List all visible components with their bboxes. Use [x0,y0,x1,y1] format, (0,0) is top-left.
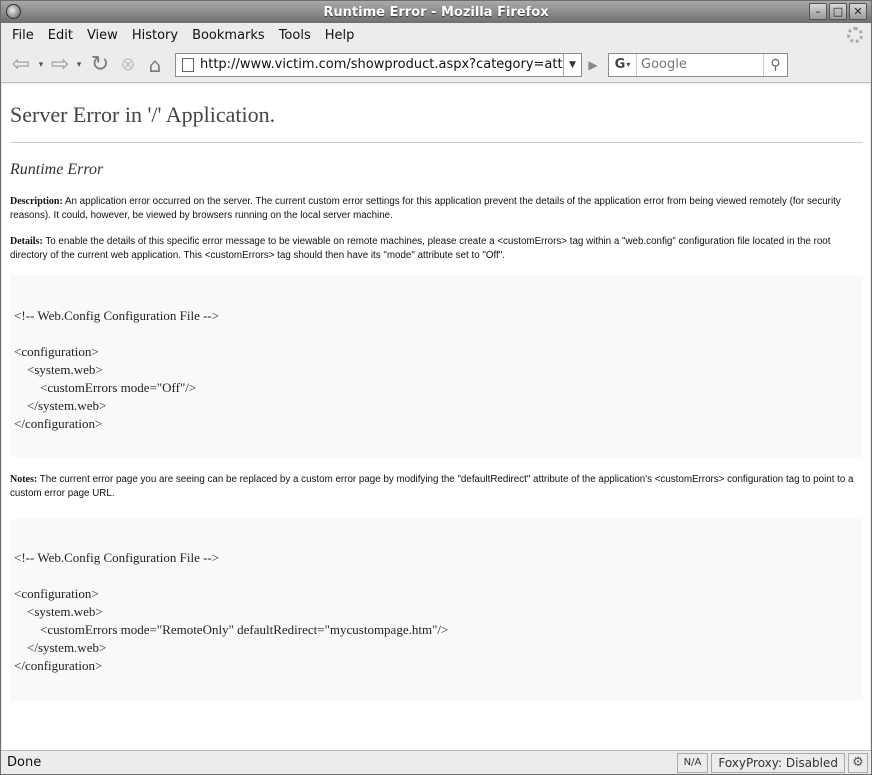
code-comment: <!-- Web.Config Configuration File --> [14,308,220,323]
title-divider [10,142,863,143]
search-icon[interactable]: ⚲ [763,53,787,76]
menu-view[interactable]: View [80,28,125,43]
back-arrow-icon[interactable]: ⇦ [7,52,35,78]
page-content: Server Error in '/' Application. Runtime… [2,84,870,750]
code-line: <configuration> [14,586,99,601]
menu-edit[interactable]: Edit [41,28,80,43]
error-subtitle: Runtime Error [10,161,104,178]
search-engine-selector[interactable]: G ▾ [609,53,637,76]
code-line: <customErrors mode="RemoteOnly" defaultR… [14,622,449,637]
code-line: <system.web> [14,362,103,377]
config-code-block-2: <!-- Web.Config Configuration File --> <… [10,519,863,701]
search-bar[interactable]: G▾ ⚲ [608,52,788,77]
url-input[interactable]: http://www.victim.com/showproduct.aspx?c… [200,57,563,72]
home-icon[interactable]: ⌂ [141,53,169,77]
menu-history[interactable]: History [125,28,185,43]
browser-window: Runtime Error - Mozilla Firefox – □ ✕ Fi… [0,0,872,775]
firefox-icon[interactable] [6,4,21,19]
url-bar[interactable]: http://www.victim.com/showproduct.aspx?c… [175,52,582,77]
status-na: N/A [676,752,709,773]
throbber-icon [847,27,863,43]
forward-arrow-icon[interactable]: ⇨ [47,52,73,77]
menu-bar: File Edit View History Bookmarks Tools H… [1,23,871,47]
page-icon [182,57,194,72]
menu-bookmarks[interactable]: Bookmarks [185,28,272,43]
reload-icon[interactable]: ↻ [85,52,115,77]
back-history-dropdown-icon[interactable]: ▾ [35,60,47,70]
close-icon[interactable]: ✕ [849,3,867,20]
code-line: <system.web> [14,604,103,619]
forward-history-dropdown-icon[interactable]: ▾ [73,60,85,70]
code-line: </configuration> [14,416,103,431]
navigation-toolbar: ⇦ ▾ ⇨ ▾ ↻ ⊗ ⌂ http://www.victim.com/show… [1,47,871,83]
details-label: Details: [10,236,43,247]
foxyproxy-icon[interactable]: ⚙ [848,752,868,773]
code-line: <customErrors mode="Off"/> [14,380,197,395]
page-title: Server Error in '/' Application. [10,102,276,127]
notes-text: The current error page you are seeing ca… [10,474,854,499]
config-code-block-1: <!-- Web.Config Configuration File --> <… [10,275,863,457]
engine-dropdown-icon: ▾ [626,60,631,69]
code-comment: <!-- Web.Config Configuration File --> [14,550,220,565]
google-icon: G [614,57,626,72]
code-line: <configuration> [14,344,99,359]
code-line: </system.web> [14,398,107,413]
details-paragraph: Details: To enable the details of this s… [10,235,860,263]
menu-help[interactable]: Help [318,28,362,43]
description-text: An application error occurred on the ser… [10,196,841,221]
search-input[interactable] [637,57,763,72]
notes-label: Notes: [10,474,38,485]
maximize-icon[interactable]: □ [829,3,847,20]
status-bar: Done N/A FoxyProxy: Disabled ⚙ [1,750,871,774]
description-label: Description: [10,196,63,207]
menu-file[interactable]: File [5,28,41,43]
description-paragraph: Description: An application error occurr… [10,195,860,223]
window-title: Runtime Error - Mozilla Firefox [323,4,549,20]
details-text: To enable the details of this specific e… [10,236,831,261]
go-arrow-icon[interactable]: ▶ [582,58,604,72]
code-line: </system.web> [14,640,107,655]
minimize-icon[interactable]: – [809,3,827,20]
foxyproxy-status[interactable]: FoxyProxy: Disabled [711,752,845,773]
stop-icon[interactable]: ⊗ [115,54,141,75]
notes-paragraph: Notes: The current error page you are se… [10,473,860,501]
window-controls: – □ ✕ [809,3,867,20]
url-history-dropdown-icon[interactable]: ▼ [563,53,581,76]
title-bar[interactable]: Runtime Error - Mozilla Firefox – □ ✕ [1,1,871,23]
code-line: </configuration> [14,658,103,673]
status-text: Done [7,755,42,770]
menu-tools[interactable]: Tools [272,28,318,43]
